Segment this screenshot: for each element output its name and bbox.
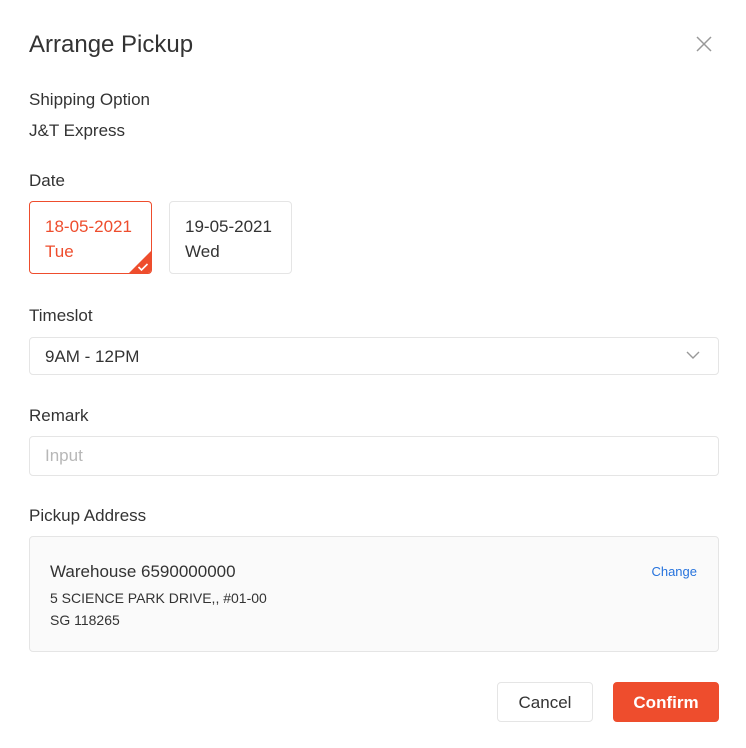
confirm-button[interactable]: Confirm (613, 682, 719, 722)
pickup-address-card: Warehouse 6590000000 5 SCIENCE PARK DRIV… (29, 536, 719, 652)
remark-input[interactable] (29, 436, 719, 476)
timeslot-label: Timeslot (29, 306, 93, 325)
date-option-date: 18-05-2021 (45, 217, 132, 236)
timeslot-selected-value: 9AM - 12PM (45, 347, 140, 366)
address-name: Warehouse 6590000000 (50, 562, 236, 581)
date-option-date: 19-05-2021 (185, 217, 272, 236)
chevron-down-icon (686, 351, 700, 359)
date-option-selected[interactable]: 18-05-2021 Tue (29, 201, 152, 274)
cancel-button[interactable]: Cancel (497, 682, 593, 722)
timeslot-select[interactable]: 9AM - 12PM (29, 337, 719, 375)
shipping-option-label: Shipping Option (29, 90, 150, 109)
shipping-option-value: J&T Express (29, 121, 126, 140)
date-label: Date (29, 171, 65, 190)
pickup-address-label: Pickup Address (29, 506, 147, 525)
date-option[interactable]: 19-05-2021 Wed (169, 201, 292, 274)
change-address-link[interactable]: Change (651, 564, 697, 580)
arrange-pickup-dialog: Arrange Pickup Shipping Option J&T Expre… (0, 0, 746, 748)
close-icon[interactable] (693, 33, 715, 55)
address-line-2: SG 118265 (50, 612, 120, 628)
dialog-title: Arrange Pickup (29, 31, 194, 58)
check-icon (137, 263, 149, 272)
date-option-day: Wed (185, 242, 220, 261)
remark-label: Remark (29, 406, 89, 425)
address-line-1: 5 SCIENCE PARK DRIVE,, #01-00 (50, 590, 267, 606)
